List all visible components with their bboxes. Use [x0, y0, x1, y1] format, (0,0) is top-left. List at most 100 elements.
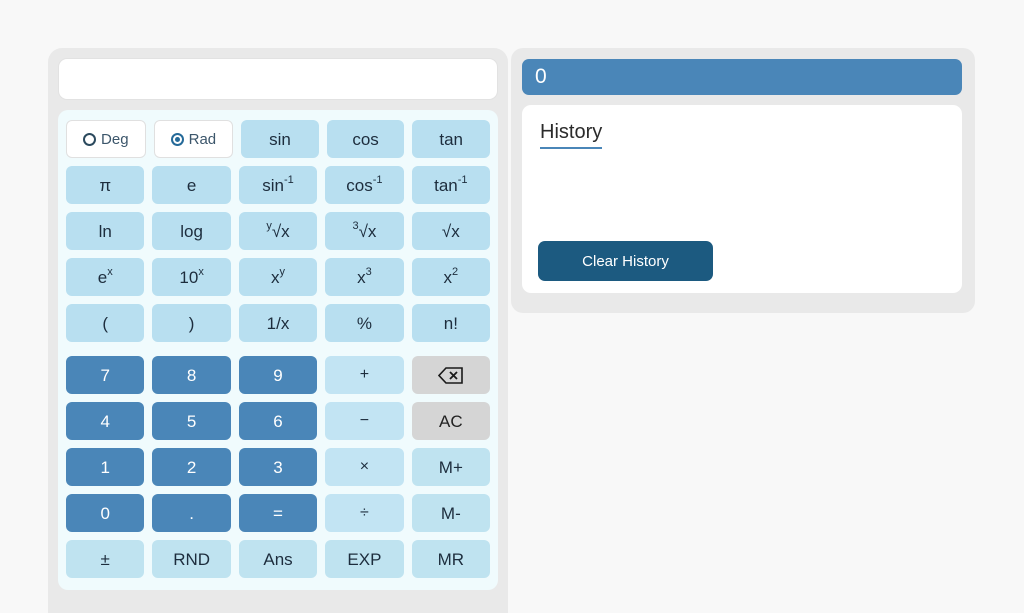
key-divide[interactable]: ÷ [325, 494, 404, 532]
key-decimal-point[interactable]: . [152, 494, 231, 532]
expression-input[interactable] [58, 58, 498, 100]
key-digit-4[interactable]: 4 [66, 402, 145, 440]
key-deg-radio[interactable]: Deg [66, 120, 146, 158]
key-digit-7[interactable]: 7 [66, 356, 145, 394]
key-label: 2 [186, 457, 197, 477]
key-open-paren[interactable]: ( [66, 304, 145, 342]
key-asin[interactable]: sin -1 [238, 166, 318, 204]
key-cube-root[interactable]: 3 √x [325, 212, 404, 250]
key-label: 6 [273, 411, 283, 431]
radio-indicator-icon [83, 132, 97, 146]
key-ten-power-x[interactable]: 10 x [152, 258, 231, 296]
key-exponent[interactable]: EXP [325, 540, 404, 578]
row-zero-equals: 0. = ÷ M- [66, 494, 491, 532]
key-label: 1 [100, 457, 110, 477]
key-x-cubed[interactable]: x3 [325, 258, 404, 296]
key-nth-root[interactable]: y √x [238, 212, 318, 250]
key-digit-0[interactable]: 0 [66, 494, 145, 532]
key-plus-minus[interactable]: ± [66, 540, 145, 578]
row-extras: ± RND Ans EXP MR [66, 540, 491, 578]
result-display: 0 [522, 59, 962, 95]
key-digit-3[interactable]: 3 [238, 448, 318, 486]
key-label: 10 [179, 267, 199, 287]
key-rad-radio[interactable]: Rad [153, 120, 234, 158]
key-reciprocal[interactable]: 1/x [238, 304, 318, 342]
key-label: x [443, 267, 453, 287]
key-label: ln [98, 221, 112, 241]
key-label: ÷ [360, 504, 369, 521]
key-label: ± [100, 549, 110, 569]
key-backspace[interactable] [411, 356, 491, 394]
key-label: tan [434, 175, 458, 195]
key-label: MR [437, 549, 465, 569]
key-answer[interactable]: Ans [238, 540, 318, 578]
key-label: 5 [186, 411, 197, 431]
key-label: e [186, 175, 197, 195]
row-456: 4 5 6 − AC [66, 402, 491, 440]
key-label: 8 [186, 365, 197, 385]
key-pi[interactable]: π [66, 166, 145, 204]
key-x-power-y[interactable]: xy [238, 258, 318, 296]
key-label: Rad [188, 130, 217, 148]
row-789: 7 8 9 + [66, 356, 491, 394]
key-memory-add[interactable]: M+ [411, 448, 491, 486]
key-label: + [359, 366, 370, 383]
clear-history-button[interactable]: Clear History [538, 241, 713, 281]
key-label: e [97, 267, 108, 287]
key-memory-recall[interactable]: MR [411, 540, 491, 578]
key-memory-subtract[interactable]: M- [411, 494, 491, 532]
key-log[interactable]: log [152, 212, 231, 250]
key-label: M+ [438, 457, 463, 477]
key-atan[interactable]: tan -1 [411, 166, 491, 204]
key-round[interactable]: RND [152, 540, 231, 578]
key-label: RND [173, 549, 211, 569]
key-equals[interactable]: = [238, 494, 318, 532]
key-digit-2[interactable]: 2 [152, 448, 231, 486]
key-multiply[interactable]: × [325, 448, 404, 486]
key-digit-5[interactable]: 5 [152, 402, 231, 440]
key-label: √x [441, 221, 460, 241]
key-ln[interactable]: ln [66, 212, 145, 250]
key-label: % [356, 313, 372, 333]
key-acos[interactable]: cos -1 [325, 166, 404, 204]
key-label: sin [262, 175, 284, 195]
key-x-squared[interactable]: x2 [411, 258, 491, 296]
key-label: √x [358, 221, 377, 241]
result-value: 0 [535, 65, 547, 88]
key-subtract[interactable]: − [325, 402, 404, 440]
key-close-paren[interactable]: ) [152, 304, 231, 342]
row-parens-misc: () 1/x% n! [66, 304, 491, 342]
key-factorial[interactable]: n! [411, 304, 491, 342]
key-tan[interactable]: tan [412, 120, 490, 158]
radio-indicator-icon [170, 132, 184, 146]
key-presuperscript: 3 [352, 219, 359, 232]
row-trig: Deg Rad sin cos tan [66, 120, 490, 158]
backspace-icon [437, 366, 464, 384]
key-percent[interactable]: % [325, 304, 404, 342]
key-e-power-x[interactable]: ex [66, 258, 145, 296]
key-all-clear[interactable]: AC [411, 402, 491, 440]
key-label: cos [352, 129, 379, 149]
key-digit-1[interactable]: 1 [66, 448, 145, 486]
key-label: cos [346, 175, 373, 195]
key-digit-9[interactable]: 9 [238, 356, 318, 394]
key-label: tan [439, 129, 463, 149]
key-square-root[interactable]: √x [411, 212, 491, 250]
key-digit-6[interactable]: 6 [238, 402, 318, 440]
key-e[interactable]: e [152, 166, 231, 204]
key-label: x [357, 267, 366, 287]
key-label: √x [271, 221, 290, 241]
keypad: Deg Rad sin cos tan π e sin -1 cos -1 tan -1 ln log y √x… [58, 110, 498, 590]
row-constants-inverse-trig: π e sin -1 cos -1 tan -1 [66, 166, 491, 204]
key-label: = [273, 503, 283, 523]
key-digit-8[interactable]: 8 [152, 356, 231, 394]
key-label: ) [188, 313, 195, 333]
row-logs-roots: ln log y √x 3 √x √x [66, 212, 491, 250]
key-label: 3 [273, 457, 283, 477]
key-sin[interactable]: sin [241, 120, 319, 158]
key-label: 7 [100, 365, 110, 385]
key-label: × [359, 458, 370, 475]
key-add[interactable]: + [325, 356, 404, 394]
key-label: . [189, 503, 194, 523]
key-cos[interactable]: cos [326, 120, 405, 158]
